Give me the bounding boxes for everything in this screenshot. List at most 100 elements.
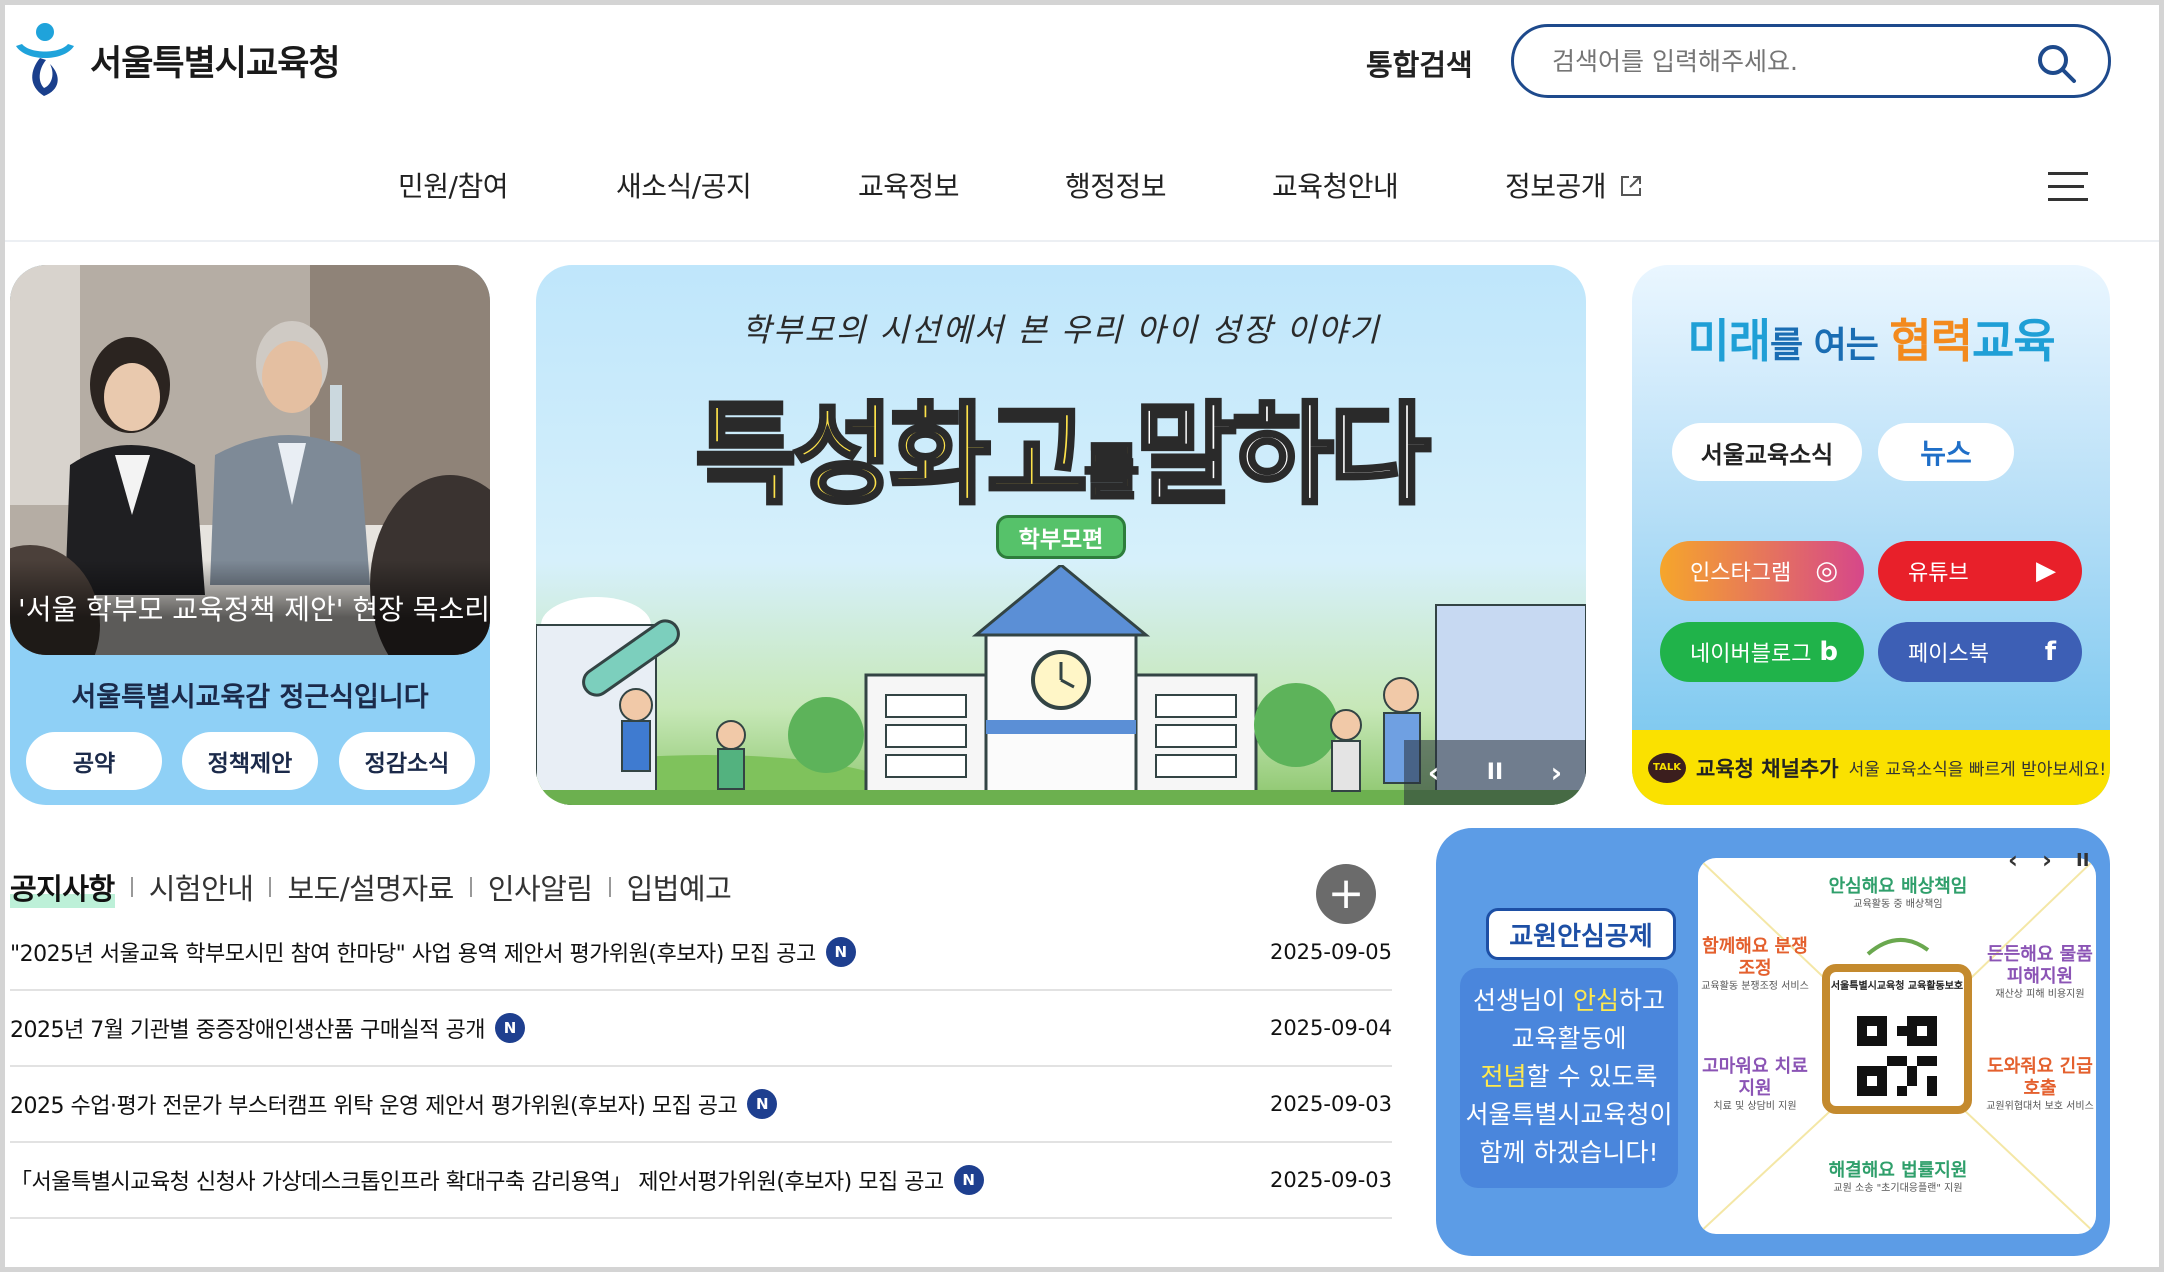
msg-line1-b: 하고 [1618,986,1665,1015]
youtube-button[interactable]: 유튜브 ▶ [1878,541,2082,601]
photo-caption: '서울 학부모 교육정책 제안' 현장 목소리 ... [10,560,490,655]
service-mediation: 함께해요 분쟁조정 교육활동 분쟁조정 서비스 [1700,936,1810,994]
new-badge: N [747,1089,778,1119]
teacher-prev-icon[interactable]: ‹ [2008,846,2018,874]
msg-line3-highlight: 전념 [1480,1062,1527,1091]
service-property: 든든해요 물품피해지원재산상 피해 비용지원 [1984,944,2096,1002]
kakao-talk-icon: TALK [1648,752,1686,783]
service-emergency: 도와줘요 긴급호출 교원위협대처 보호 서비스 [1984,1056,2096,1114]
banner-subtitle: 학부모의 시선에서 본 우리 아이 성장 이야기 [741,311,1381,349]
kakao-channel-banner[interactable]: TALK 교육청 채널추가 서울 교육소식을 빠르게 받아보세요! [1632,730,2110,805]
facebook-icon: f [2044,637,2056,667]
policy-proposal-button[interactable]: 정책제안 [182,732,318,790]
list-item[interactable]: 「서울특별시교육청 신청사 가상데스크톱인프라 확대구축 감리용역」 제안서평가… [10,1143,1392,1219]
new-badge: N [825,937,856,967]
nav-item-office-guide[interactable]: 교육청안내 [1272,165,1399,205]
qr-code-frame[interactable]: 서울특별시교육청 교육활동보호 [1822,964,1972,1114]
notice-title: 2025년 7월 기관별 중증장애인생산품 구매실적 공개 [10,1018,486,1043]
superintendent-subtitle: 서울특별시교육감 정근식입니다 [71,682,429,713]
tab-press[interactable]: 보도/설명자료 [287,866,454,908]
instagram-button[interactable]: 인스타그램 ◎ [1660,541,1864,601]
seoul-education-emblem-icon [10,20,80,100]
facebook-label: 페이스북 [1908,642,1989,667]
cooperation-title: 미래를 여는 협력교육 [1632,305,2110,371]
header-divider [5,240,2159,242]
banner-tag: 학부모편 [996,515,1126,559]
integrated-search-label: 통합검색 [1366,48,1473,82]
service-property-sub: 재산상 피해 비용지원 [1995,989,2085,1000]
search-icon[interactable] [2034,41,2078,85]
main-navigation: 민원/참여 새소식/공지 교육정보 행정정보 교육청안내 정보공개 [0,165,2164,209]
tab-divider [269,877,272,897]
service-property-title: 든든해요 물품피해지원 [1987,944,2093,987]
nav-item-education-info[interactable]: 교육정보 [858,165,960,205]
banner-pause-icon[interactable]: II [1487,760,1503,785]
search-input[interactable] [1552,46,2012,76]
service-liability-sub: 교육활동 중 배상책임 [1853,899,1943,910]
service-emergency-sub: 교원위협대처 보호 서비스 [1986,1101,2094,1112]
site-logo[interactable]: 서울특별시교육청 [10,20,341,100]
msg-line1-highlight: 안심 [1572,986,1619,1015]
qr-caption: 서울특별시교육청 교육활동보호 [1830,981,1964,992]
service-treatment-title: 고마워요 치료지원 [1702,1056,1808,1099]
service-legal: 해결해요 법률지원교원 소송 "초기대응플랜" 지원 [1788,1160,2008,1196]
service-mediation-sub: 교육활동 분쟁조정 서비스 [1701,981,1809,992]
msg-line3-b: 할 수 있도록 [1526,1062,1658,1091]
notice-tabs: 공지사항 시험안내 보도/설명자료 인사알림 입법예고 [10,866,732,908]
news-button[interactable]: 뉴스 [1878,423,2014,481]
superintendent-photo[interactable]: '서울 학부모 교육정책 제안' 현장 목소리 ... [10,265,490,655]
nav-item-info-disclosure-label: 정보공개 [1505,170,1607,203]
nav-item-info-disclosure[interactable]: 정보공개 [1505,165,1644,205]
instagram-icon: ◎ [1815,556,1838,586]
teacher-safety-panel[interactable]: 교원안심공제 선생님이 안심하고 교육활동에 전념할 수 있도록 서울특별시교육… [1436,828,2110,1256]
superintendent-news-button[interactable]: 정감소식 [339,732,475,790]
list-item[interactable]: 2025년 7월 기관별 중증장애인생산품 구매실적 공개 N 2025-09-… [10,991,1392,1067]
teacher-pause-icon[interactable]: II [2076,850,2089,871]
nav-item-admin-info[interactable]: 행정정보 [1065,165,1167,205]
list-item[interactable]: "2025년 서울교육 학부모시민 참여 한마당" 사업 용역 제안서 평가위원… [10,915,1392,991]
instagram-label: 인스타그램 [1690,561,1792,586]
naver-blog-label: 네이버블로그 [1690,642,1812,667]
banner-controls: ‹ II › [1404,740,1586,805]
all-menu-icon[interactable] [2048,172,2088,204]
youtube-label: 유튜브 [1908,561,1969,586]
seoul-education-news-button[interactable]: 서울교육소식 [1672,423,1862,481]
main-banner[interactable]: 학부모의 시선에서 본 우리 아이 성장 이야기 특성화고를말하다 학부모편 ‹… [536,265,1586,805]
service-treatment-sub: 치료 및 상담비 지원 [1713,1101,1797,1112]
notice-date: 2025-09-05 [1269,940,1392,964]
pledge-button[interactable]: 공약 [26,732,162,790]
tab-notice[interactable]: 공지사항 [10,866,115,908]
banner-title-part2: 를 [1082,437,1140,510]
service-liability-title: 안심해요 배상책임 [1828,876,1968,897]
title-education: 교육 [1972,314,2056,368]
service-treatment: 고마워요 치료지원치료 및 상담비 지원 [1700,1056,1810,1114]
banner-title-part3: 말하다 [1133,389,1433,521]
msg-line4: 서울특별시교육청이 [1465,1100,1673,1129]
banner-prev-icon[interactable]: ‹ [1428,756,1440,789]
facebook-button[interactable]: 페이스북 f [1878,622,2082,682]
msg-line2: 교육활동에 [1511,1024,1627,1053]
tab-personnel[interactable]: 인사알림 [488,866,593,908]
tab-divider [608,877,611,897]
tab-exam[interactable]: 시험안내 [149,866,254,908]
banner-title-part1: 특성화고 [693,389,1090,521]
title-opening: 를 여는 [1769,325,1890,366]
notice-title: 「서울특별시교육청 신청사 가상데스크톱인프라 확대구축 감리용역」 제안서평가… [10,1170,944,1195]
msg-line1-a: 선생님이 [1473,986,1573,1015]
notice-date: 2025-09-03 [1269,1092,1392,1116]
nav-item-news-notice[interactable]: 새소식/공지 [616,165,752,205]
naver-blog-button[interactable]: 네이버블로그 b [1660,622,1864,682]
teacher-safety-services-card: 안심해요 배상책임교육활동 중 배상책임 함께해요 분쟁조정 교육활동 분쟁조정 … [1698,858,2096,1234]
notice-list: "2025년 서울교육 학부모시민 참여 한마당" 사업 용역 제안서 평가위원… [10,915,1392,1219]
nav-item-civil-participation[interactable]: 민원/참여 [398,165,508,205]
service-legal-title: 해결해요 법률지원 [1828,1160,1968,1181]
banner-next-icon[interactable]: › [1551,756,1563,789]
service-legal-sub: 교원 소송 "초기대응플랜" 지원 [1833,1183,1963,1194]
tab-legislation[interactable]: 입법예고 [627,866,732,908]
cooperation-education-card: 미래를 여는 협력교육 서울교육소식 뉴스 인스타그램 ◎ 유튜브 ▶ 네이버블… [1632,265,2110,805]
list-item[interactable]: 2025 수업·평가 전문가 부스터캠프 위탁 운영 제안서 평가위원(후보자)… [10,1067,1392,1143]
kakao-desc: 서울 교육소식을 빠르게 받아보세요! [1848,760,2107,780]
qr-code-icon [1857,1016,1937,1096]
teacher-next-icon[interactable]: › [2042,846,2052,874]
search-box [1511,24,2111,98]
